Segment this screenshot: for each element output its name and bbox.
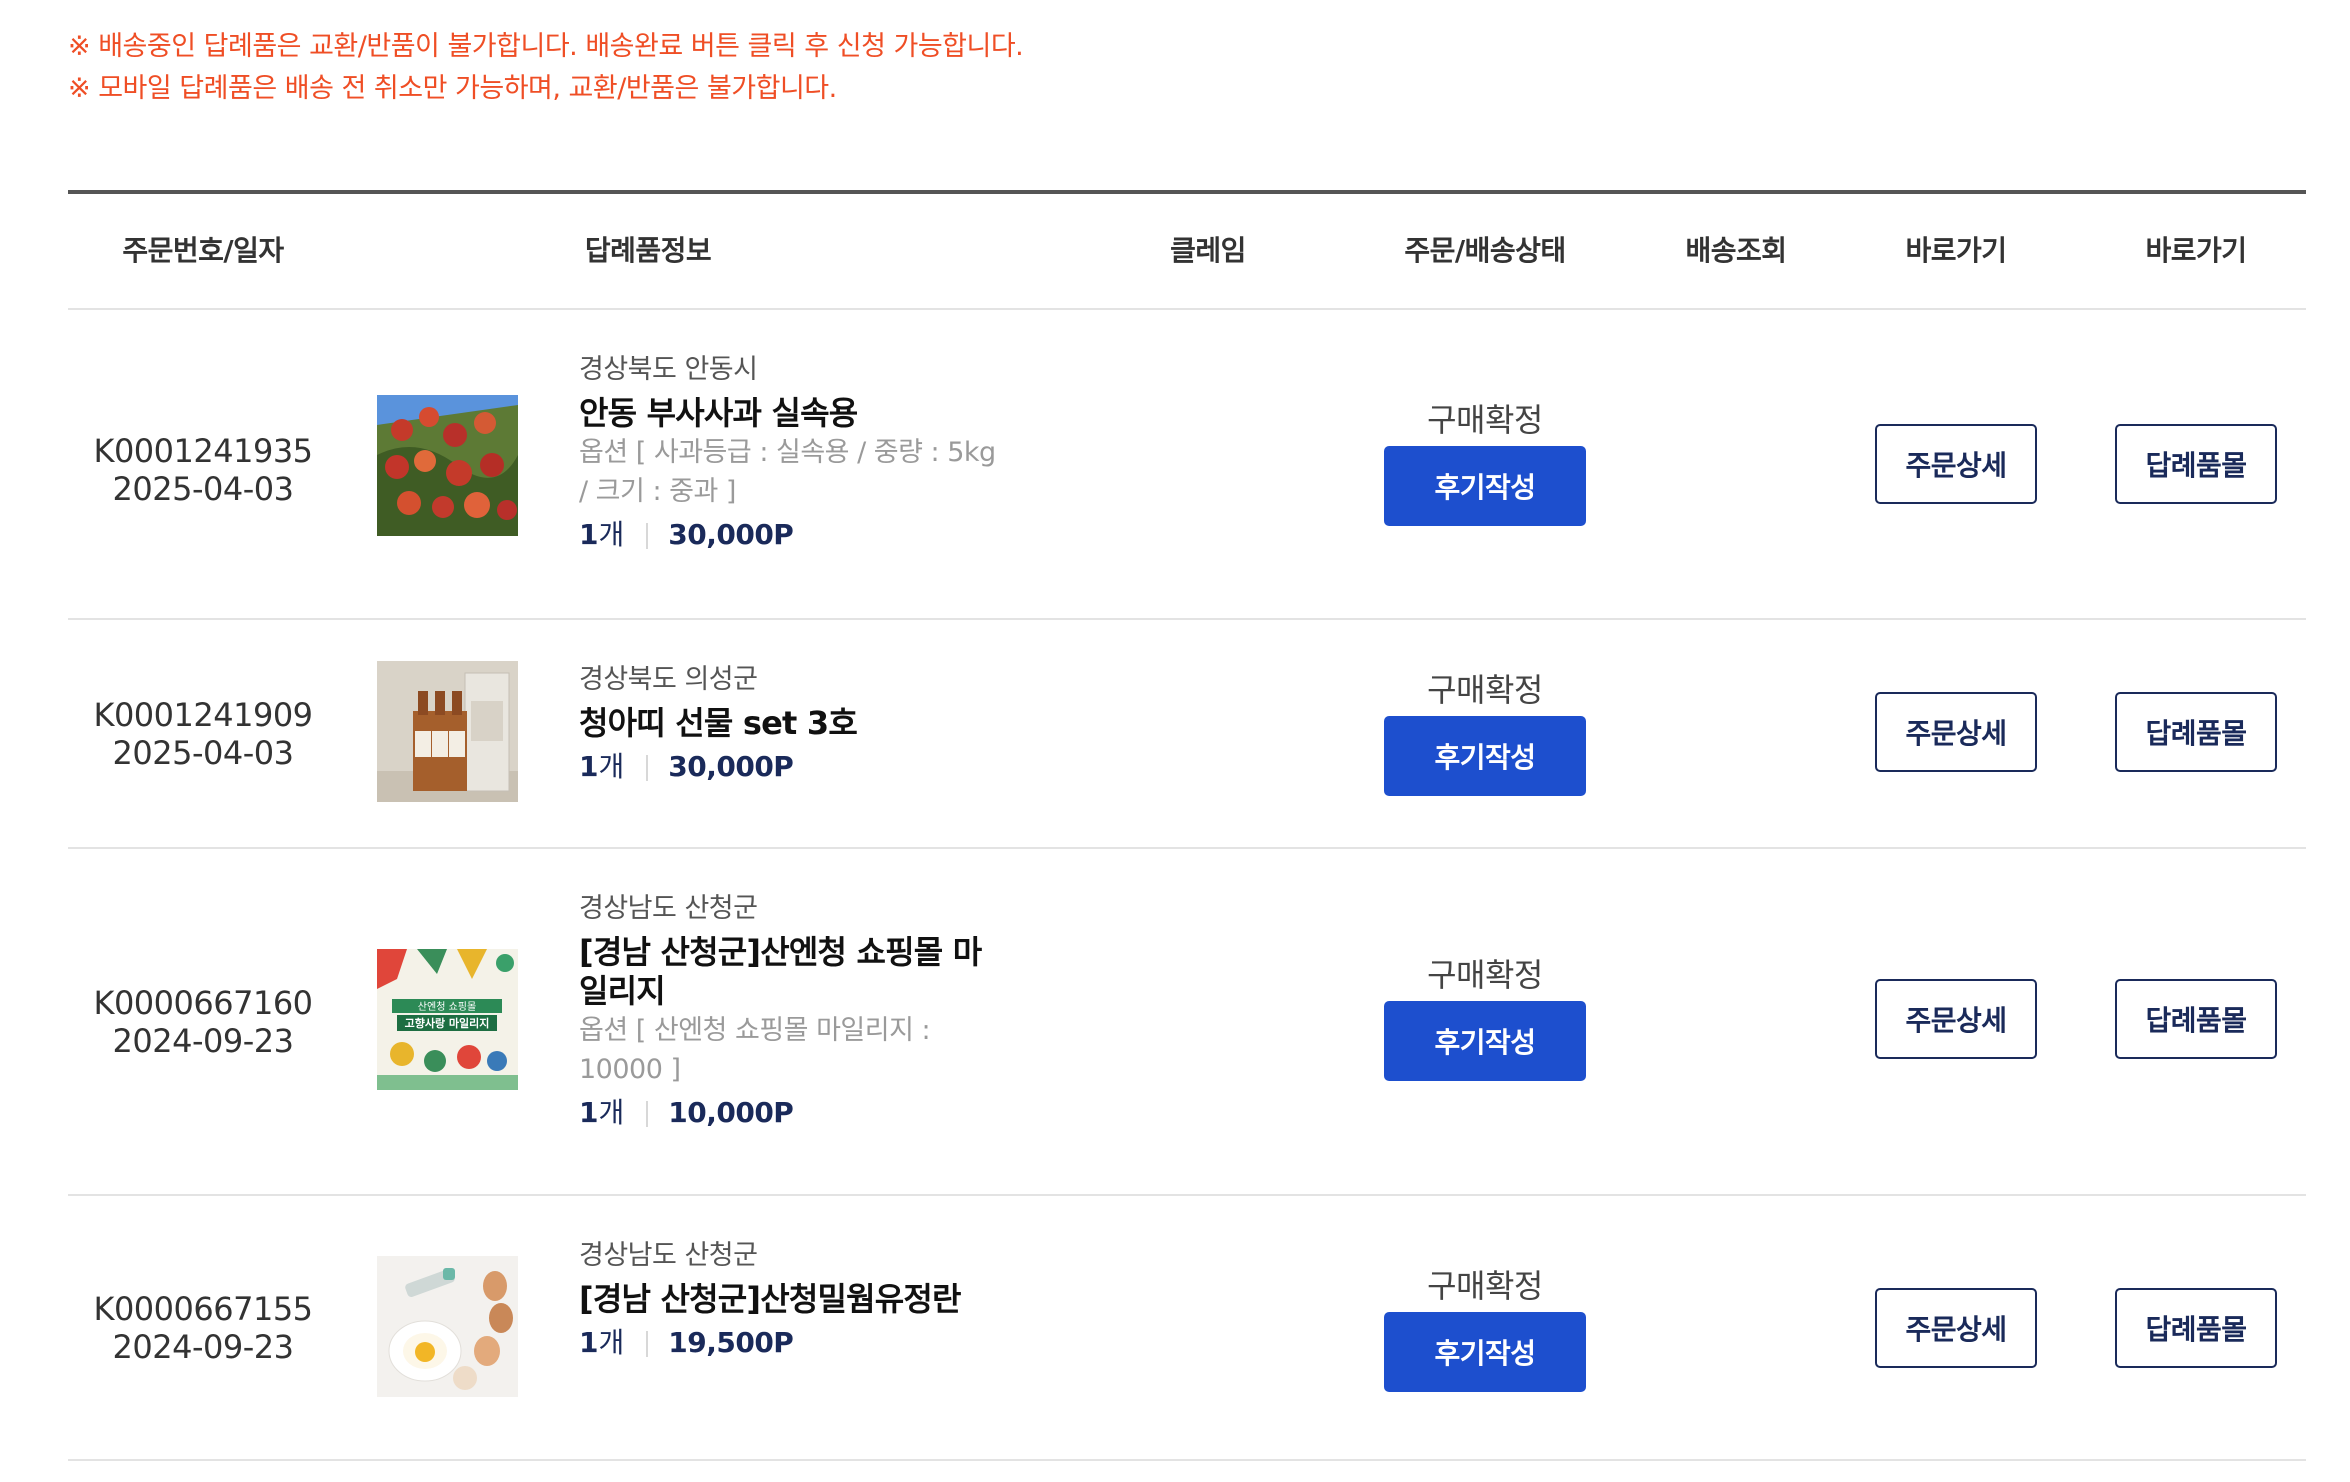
- header-goto-detail: 바로가기: [1905, 234, 2007, 267]
- price: 19,500P: [668, 1326, 794, 1359]
- quantity-price: 1개 30,000P: [579, 517, 999, 553]
- table-row: K0000667160 2024-09-23 산엔청 쇼핑몰 고향사랑 마일리지: [68, 849, 2306, 1196]
- product-name[interactable]: [경남 산청군]산청밀웜유정란: [579, 1280, 999, 1319]
- gift-mall-button[interactable]: 답례품몰: [2115, 1288, 2277, 1368]
- order-detail-button[interactable]: 주문상세: [1875, 1288, 2037, 1368]
- order-status: 구매확정: [1427, 956, 1543, 994]
- product-name[interactable]: 안동 부사사과 실속용: [579, 394, 999, 433]
- order-date: 2024-09-23: [112, 1328, 294, 1366]
- write-review-button[interactable]: 후기작성: [1384, 716, 1586, 796]
- gift-mall-button[interactable]: 답례품몰: [2115, 979, 2277, 1059]
- gift-bottles-image: [377, 661, 518, 802]
- notice-mobile: ※ 모바일 답례품은 배송 전 취소만 가능하며, 교환/반품은 불가합니다.: [68, 73, 837, 104]
- product-thumbnail[interactable]: 산엔청 쇼핑몰 고향사랑 마일리지: [377, 949, 518, 1090]
- order-date: 2025-04-03: [112, 734, 294, 772]
- order-status: 구매확정: [1427, 671, 1543, 709]
- order-number-cell: K0001241909 2025-04-03: [88, 696, 318, 772]
- quantity: 1개: [579, 518, 625, 551]
- order-number: K0001241909: [93, 696, 313, 734]
- mileage-poster-image: 산엔청 쇼핑몰 고향사랑 마일리지: [377, 949, 518, 1090]
- product-region: 경상남도 산청군: [579, 893, 758, 924]
- write-review-button[interactable]: 후기작성: [1384, 446, 1586, 526]
- header-goto-mall: 바로가기: [2145, 234, 2247, 267]
- product-info: 경상남도 산청군 [경남 산청군]산청밀웜유정란 1개 19,500P: [579, 1238, 999, 1361]
- poster-line2: 고향사랑 마일리지: [405, 1016, 490, 1030]
- product-thumbnail[interactable]: [377, 1256, 518, 1397]
- divider: [646, 755, 649, 781]
- divider: [646, 523, 649, 549]
- header-order: 주문번호/일자: [122, 234, 284, 267]
- price: 10,000P: [668, 1096, 794, 1129]
- price: 30,000P: [668, 518, 794, 551]
- order-detail-button[interactable]: 주문상세: [1875, 424, 2037, 504]
- product-region: 경상북도 안동시: [579, 354, 758, 385]
- order-number-cell: K0001241935 2025-04-03: [88, 432, 318, 508]
- divider: [646, 1331, 649, 1357]
- table-row: K0001241909 2025-04-03 경상북도 의성군 청아띠 선물 s…: [68, 620, 2306, 849]
- header-claim: 클레임: [1170, 234, 1246, 267]
- product-region: 경상남도 산청군: [579, 1240, 758, 1271]
- order-number: K0001241935: [93, 432, 313, 470]
- eggs-image: [377, 1256, 518, 1397]
- product-info: 경상북도 의성군 청아띠 선물 set 3호 1개 30,000P: [579, 662, 999, 785]
- divider: [646, 1101, 649, 1127]
- quantity: 1개: [579, 750, 625, 783]
- notice-area: ※ 배송중인 답례품은 교환/반품이 불가합니다. 배송완료 버튼 클릭 후 신…: [68, 26, 1024, 110]
- table-row: K0000667155 2024-09-23 경상남도 산청군 [경남 산청군]…: [68, 1196, 2306, 1461]
- order-number-cell: K0000667155 2024-09-23: [88, 1290, 318, 1366]
- order-status: 구매확정: [1427, 1267, 1543, 1305]
- product-option: 옵션 [ 사과등급 : 실속용 / 중량 : 5kg / 크기 : 중과 ]: [579, 437, 996, 507]
- gift-mall-button[interactable]: 답례품몰: [2115, 424, 2277, 504]
- order-date: 2024-09-23: [112, 1022, 294, 1060]
- write-review-button[interactable]: 후기작성: [1384, 1001, 1586, 1081]
- order-detail-button[interactable]: 주문상세: [1875, 692, 2037, 772]
- quantity-price: 1개 19,500P: [579, 1325, 999, 1361]
- table-header: 주문번호/일자 답례품정보 클레임 주문/배송상태 배송조회 바로가기 바로가기: [68, 194, 2306, 310]
- order-status-cell: 구매확정 후기작성: [1384, 668, 1586, 796]
- order-detail-button[interactable]: 주문상세: [1875, 979, 2037, 1059]
- product-name[interactable]: 청아띠 선물 set 3호: [579, 704, 999, 743]
- write-review-button[interactable]: 후기작성: [1384, 1312, 1586, 1392]
- quantity: 1개: [579, 1096, 625, 1129]
- product-info: 경상북도 안동시 안동 부사사과 실속용 옵션 [ 사과등급 : 실속용 / 중…: [579, 352, 999, 553]
- product-thumbnail[interactable]: [377, 395, 518, 536]
- product-info: 경상남도 산청군 [경남 산청군]산엔청 쇼핑몰 마일리지 옵션 [ 산엔청 쇼…: [579, 891, 999, 1131]
- poster-line1: 산엔청 쇼핑몰: [418, 1001, 476, 1013]
- apple-tree-image: [377, 395, 518, 536]
- order-status: 구매확정: [1427, 401, 1543, 439]
- notice-exchange: ※ 배송중인 답례품은 교환/반품이 불가합니다. 배송완료 버튼 클릭 후 신…: [68, 31, 1024, 62]
- product-region: 경상북도 의성군: [579, 664, 758, 695]
- order-date: 2025-04-03: [112, 470, 294, 508]
- product-name[interactable]: [경남 산청군]산엔청 쇼핑몰 마일리지: [579, 933, 999, 1011]
- header-status: 주문/배송상태: [1404, 234, 1566, 267]
- price: 30,000P: [668, 750, 794, 783]
- order-number: K0000667155: [93, 1290, 313, 1328]
- product-option: 옵션 [ 산엔청 쇼핑몰 마일리지 : 10000 ]: [579, 1015, 931, 1085]
- order-status-cell: 구매확정 후기작성: [1384, 1264, 1586, 1392]
- order-status-cell: 구매확정 후기작성: [1384, 953, 1586, 1081]
- header-tracking: 배송조회: [1685, 234, 1787, 267]
- order-table: 주문번호/일자 답례품정보 클레임 주문/배송상태 배송조회 바로가기 바로가기…: [68, 190, 2306, 1461]
- order-number: K0000667160: [93, 984, 313, 1022]
- quantity: 1개: [579, 1326, 625, 1359]
- order-status-cell: 구매확정 후기작성: [1384, 398, 1586, 526]
- quantity-price: 1개 10,000P: [579, 1095, 999, 1131]
- gift-mall-button[interactable]: 답례품몰: [2115, 692, 2277, 772]
- quantity-price: 1개 30,000P: [579, 749, 999, 785]
- table-row: K0001241935 2025-04-03 경상북도 안동시 안동 부사사과 …: [68, 310, 2306, 620]
- order-number-cell: K0000667160 2024-09-23: [88, 984, 318, 1060]
- header-product: 답례품정보: [584, 234, 712, 267]
- product-thumbnail[interactable]: [377, 661, 518, 802]
